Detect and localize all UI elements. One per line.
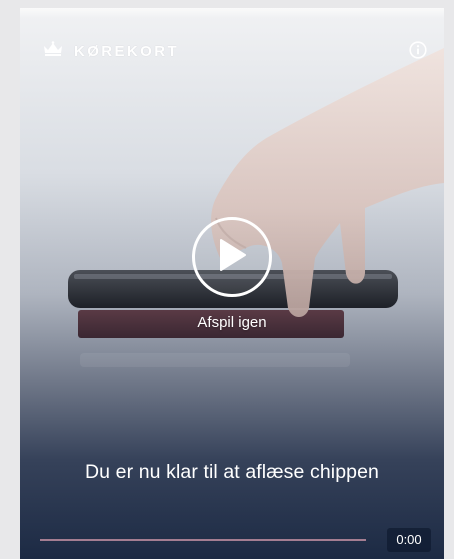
- replay-button[interactable]: [192, 217, 272, 297]
- info-icon: [409, 41, 427, 63]
- progress-bar[interactable]: [40, 539, 366, 541]
- video-player[interactable]: KØREKORT Afspil igen Du er nu klar til a…: [20, 8, 444, 559]
- crown-icon: [42, 41, 64, 62]
- brand: KØREKORT: [42, 41, 179, 62]
- current-time: 0:00: [387, 528, 431, 552]
- brand-title: KØREKORT: [74, 43, 180, 60]
- play-icon: [217, 238, 247, 277]
- info-button[interactable]: [409, 41, 427, 59]
- replay-label[interactable]: Afspil igen: [132, 314, 332, 331]
- video-caption: Du er nu klar til at aflæse chippen: [85, 461, 379, 483]
